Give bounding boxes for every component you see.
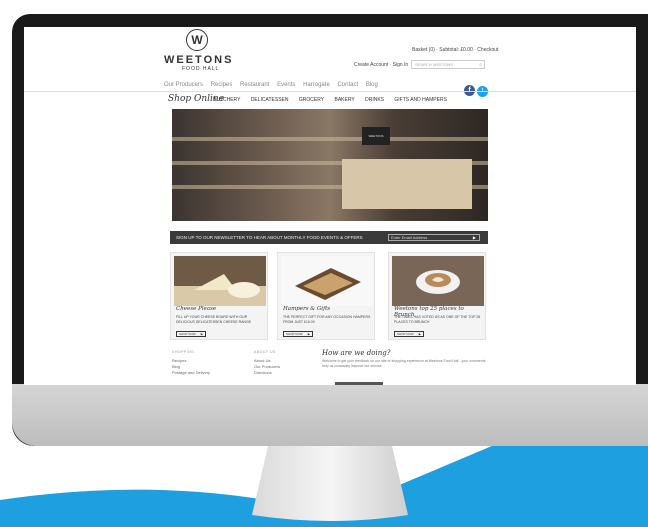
promo-description: FILL UP YOUR CHEESE BOARD WITH OUR DELIC… bbox=[176, 315, 252, 324]
category-bakery[interactable]: BAKERY bbox=[335, 97, 355, 103]
hamper-image bbox=[281, 256, 373, 306]
nav-item-blog[interactable]: Blog bbox=[366, 82, 378, 88]
top-navigation: Our Producers Recipes Restaurant Events … bbox=[164, 82, 384, 88]
category-butchery[interactable]: BUTCHERY bbox=[213, 97, 240, 103]
shop-now-button[interactable]: ▶ SHOP NOW bbox=[394, 331, 424, 337]
cheese-image bbox=[174, 256, 266, 306]
button-label: SHOP NOW bbox=[286, 332, 303, 336]
promo-title: Cheese Please bbox=[176, 306, 217, 312]
newsletter-bar: SIGN UP TO OUR NEWSLETTER TO HEAR ABOUT … bbox=[170, 231, 488, 244]
coffee-image bbox=[392, 256, 484, 306]
nav-item-contact[interactable]: Contact bbox=[337, 82, 358, 88]
feedback-text: Welcome to get your feedback on our site… bbox=[322, 359, 486, 368]
social-links: ft bbox=[464, 79, 488, 97]
search-placeholder: SEARCH WEETONS bbox=[415, 62, 453, 67]
header-divider bbox=[24, 91, 636, 92]
category-gifts-hampers[interactable]: GIFTS AND HAMPERS bbox=[394, 97, 447, 103]
nav-item-our-producers[interactable]: Our Producers bbox=[164, 82, 203, 88]
footer-link[interactable]: Directions bbox=[254, 370, 280, 376]
button-label: SHOP NOW bbox=[179, 332, 196, 336]
hero-counter bbox=[342, 159, 472, 209]
search-input[interactable]: SEARCH WEETONS ⌕ bbox=[411, 60, 485, 69]
play-icon: ▶ bbox=[418, 332, 421, 336]
brand-subtitle: FOOD HALL bbox=[182, 66, 220, 72]
nav-item-recipes[interactable]: Recipes bbox=[211, 82, 233, 88]
slider-dots[interactable] bbox=[464, 211, 474, 221]
logo-icon[interactable]: W bbox=[186, 29, 208, 51]
footer-link[interactable]: Postage and Delivery bbox=[172, 370, 210, 376]
account-links[interactable]: Create Account · Sign In bbox=[354, 62, 408, 68]
footer-column-about: ABOUT US About Us Our Producers Directio… bbox=[254, 349, 280, 376]
basket-summary[interactable]: Basket (0) · Subtotal: £0.00 · Checkout bbox=[412, 47, 498, 53]
monitor-chin bbox=[12, 384, 648, 446]
play-icon: ▶ bbox=[307, 332, 310, 336]
nav-item-harrogate[interactable]: Harrogate bbox=[303, 82, 330, 88]
promo-card-hampers[interactable]: Hampers & Gifts THE PERFECT GIFT FOR ANY… bbox=[277, 252, 375, 340]
promo-card-brunch[interactable]: Weetons top 25 places to Brunch THE TIME… bbox=[388, 252, 486, 340]
promo-description: THE PERFECT GIFT FOR ANY OCCASION HAMPER… bbox=[283, 315, 371, 324]
footer-heading: ABOUT US bbox=[254, 350, 276, 354]
newsletter-text: SIGN UP TO OUR NEWSLETTER TO HEAR ABOUT … bbox=[176, 235, 363, 240]
search-icon[interactable]: ⌕ bbox=[479, 62, 482, 69]
newsletter-email-input[interactable]: Enter Email Address ▶ bbox=[388, 234, 480, 241]
footer-heading: SHOPPING bbox=[172, 350, 195, 354]
screen: W WEETONS FOOD HALL Basket (0) · Subtota… bbox=[24, 27, 636, 385]
promo-title: Hampers & Gifts bbox=[283, 306, 331, 312]
category-drinks[interactable]: DRINKS bbox=[365, 97, 384, 103]
nav-item-restaurant[interactable]: Restaurant bbox=[240, 82, 269, 88]
shop-now-button[interactable]: ▶ SHOP NOW bbox=[176, 331, 206, 337]
promo-card-cheese[interactable]: Cheese Please FILL UP YOUR CHEESE BOARD … bbox=[170, 252, 268, 340]
hero-store-sign: WEETONS bbox=[362, 127, 390, 145]
hero-shelf bbox=[172, 137, 488, 141]
category-delicatessen[interactable]: DELICATESSEN bbox=[251, 97, 289, 103]
website-page: W WEETONS FOOD HALL Basket (0) · Subtota… bbox=[24, 27, 636, 385]
nav-item-events[interactable]: Events bbox=[277, 82, 295, 88]
hero-image-slider[interactable]: WEETONS bbox=[172, 109, 488, 221]
shop-category-nav: BUTCHERY DELICATESSEN GROCERY BAKERY DRI… bbox=[213, 97, 456, 103]
play-icon: ▶ bbox=[200, 332, 203, 336]
newsletter-placeholder: Enter Email Address bbox=[391, 235, 428, 240]
footer-column-shopping: SHOPPING Recipes Blog Postage and Delive… bbox=[172, 349, 210, 376]
shop-now-button[interactable]: ▶ SHOP NOW bbox=[283, 331, 313, 337]
feedback-button[interactable] bbox=[335, 382, 383, 385]
promo-description: THE TIMES HAS VOTED US AS ONE OF THE TOP… bbox=[394, 315, 481, 324]
button-label: SHOP NOW bbox=[397, 332, 414, 336]
brand-name[interactable]: WEETONS bbox=[164, 54, 233, 66]
category-grocery[interactable]: GROCERY bbox=[299, 97, 324, 103]
newsletter-submit-icon[interactable]: ▶ bbox=[473, 235, 476, 240]
feedback-title: How are we doing? bbox=[322, 349, 391, 357]
